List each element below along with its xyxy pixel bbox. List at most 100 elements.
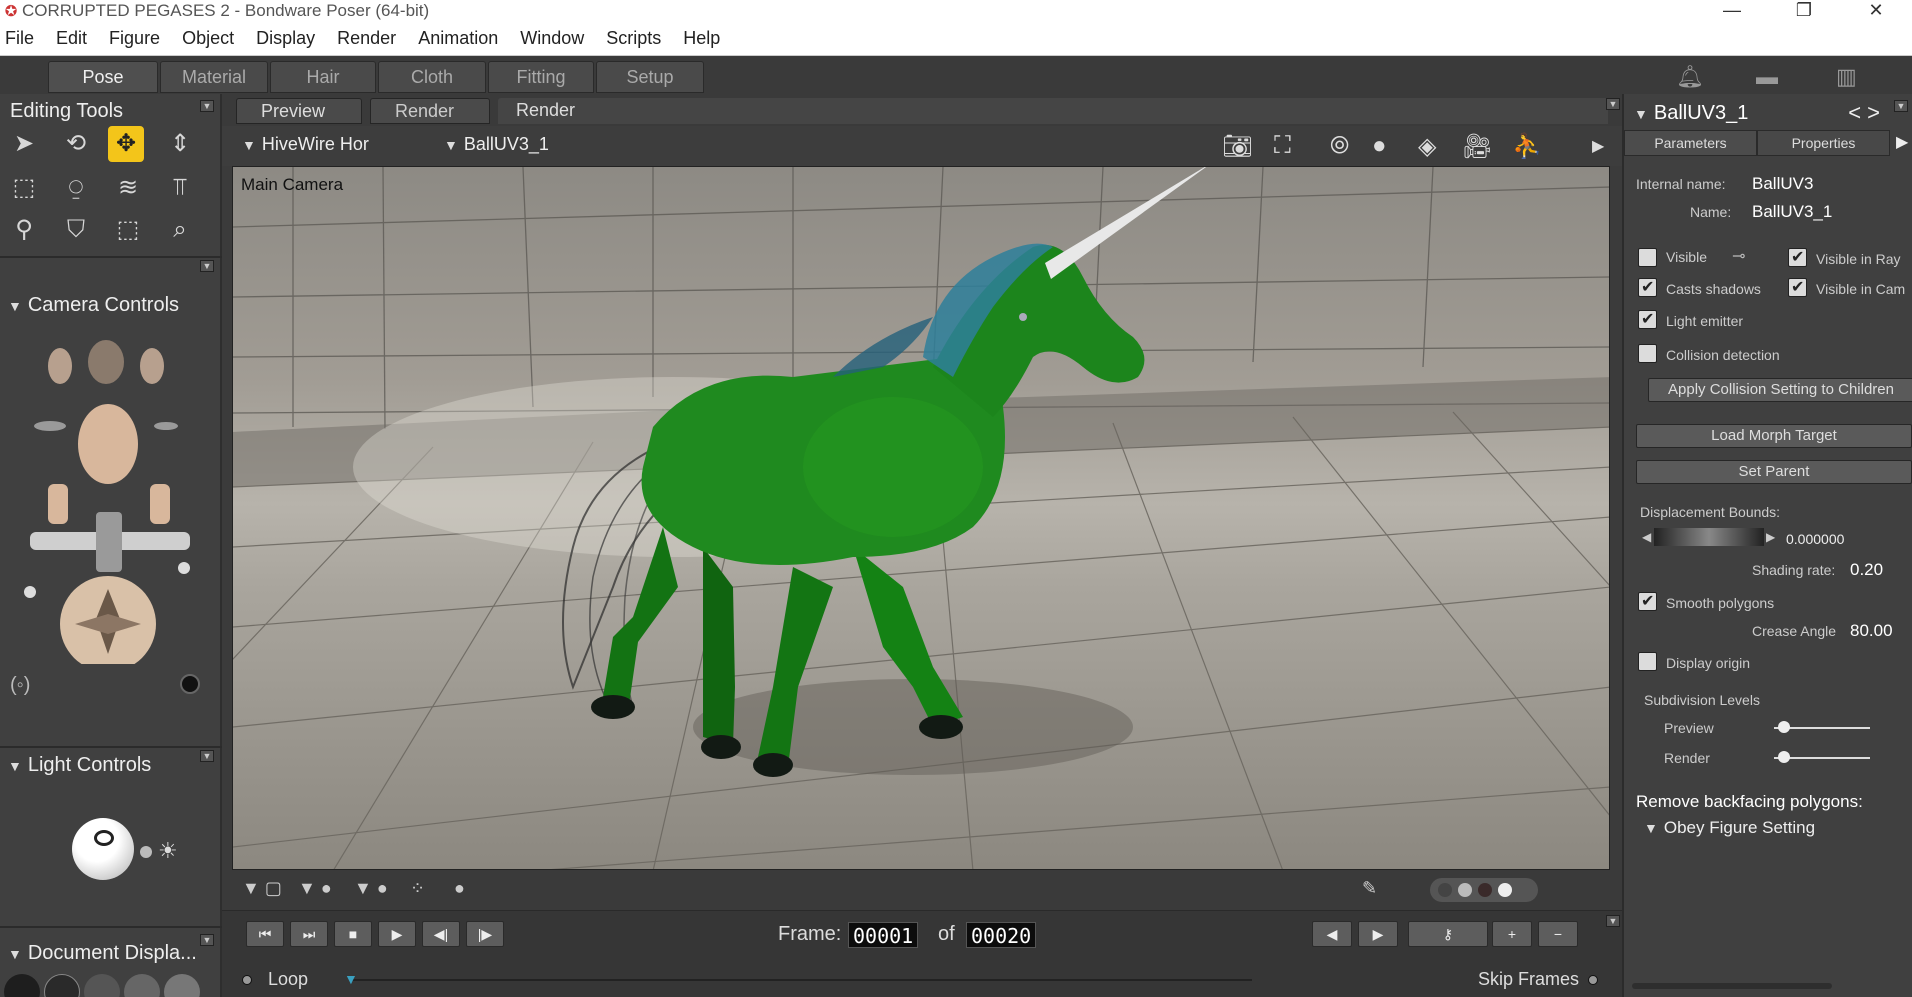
menu-scripts[interactable]: Scripts [595,28,672,49]
properties-title[interactable]: ▼ BallUV3_1 [1634,102,1748,125]
skip-frames-radio[interactable] [1588,975,1598,985]
select-tool-icon[interactable]: ➤ [6,126,42,162]
move-tool-icon[interactable]: ⇕ [162,126,198,162]
sun-icon[interactable]: ☀ [158,838,178,864]
preview-level-knob[interactable] [1778,721,1790,733]
panel-menu-icon[interactable]: ▼ [200,260,214,272]
chevron-right-icon[interactable]: ▶ [1592,136,1604,156]
dial-left-icon[interactable]: ◀ [1642,530,1651,544]
panel-menu-icon[interactable]: ▼ [200,934,214,946]
snapshot-icon[interactable]: ⛶ [1274,132,1291,160]
visible-in-ray-checkbox[interactable] [1788,247,1807,267]
collision-detection-checkbox[interactable] [1638,344,1657,363]
current-frame-field[interactable]: 00001 [848,922,919,948]
menu-object[interactable]: Object [171,28,245,49]
ground-icon[interactable]: ● [454,878,465,899]
remove-keyframe-button[interactable]: − [1538,921,1578,947]
taper-tool-icon[interactable]: ≋ [110,170,146,206]
panel-menu-icon[interactable]: ▼ [1606,98,1620,110]
step-back-button[interactable]: ◀| [422,921,460,947]
3d-viewport[interactable]: Main Camera [232,166,1610,870]
particles-icon[interactable]: ⁘ [410,878,425,899]
camera-dot-icon[interactable] [180,674,200,694]
tab-scroll-right-icon[interactable]: ▶ [1890,130,1908,156]
swatch-brown-icon[interactable] [1478,883,1492,897]
figure-select[interactable]: ▼ HiveWire Hor [242,134,369,155]
step-forward-button[interactable]: |▶ [466,921,504,947]
displacement-value[interactable]: 0.000000 [1786,531,1844,547]
next-keyframe-button[interactable]: ▶ [1358,921,1398,947]
tab-render[interactable]: Render [370,98,490,124]
display-style-hidden-icon[interactable] [124,974,160,997]
swatch-gray-icon[interactable] [1458,883,1472,897]
load-morph-target-button[interactable]: Load Morph Target [1636,424,1912,448]
swatch-dark-icon[interactable] [1438,883,1452,897]
zoom-tool-icon[interactable]: ⌕ [162,212,198,248]
go-to-start-button[interactable]: ⏮ [246,921,284,947]
menu-render[interactable]: Render [326,28,407,49]
shadow-menu-icon[interactable]: ▼ ● [354,878,388,899]
set-parent-button[interactable]: Set Parent [1636,460,1912,484]
play-button[interactable]: ▶ [378,921,416,947]
visible-in-cam-checkbox[interactable] [1788,277,1807,297]
sphere-icon[interactable]: ● [1372,132,1387,160]
display-origin-checkbox[interactable] [1638,652,1657,671]
panel-menu-icon[interactable]: ▼ [200,100,214,112]
rotate-tool-icon[interactable]: ⟲ [58,126,94,162]
tracking-menu-icon[interactable]: ▼ ▢ [242,878,282,899]
display-style-silhouette-icon[interactable] [4,974,40,997]
loop-radio[interactable] [242,975,252,985]
paint-tool-icon[interactable]: ⛉ [58,212,94,248]
keyframes-button[interactable]: ⚷ [1408,921,1488,947]
translate-tool-icon[interactable]: ✥ [108,126,144,162]
color-tool-icon[interactable]: ⚲ [6,212,42,248]
display-style-outline-icon[interactable] [44,974,80,997]
light-sphere-icon[interactable] [72,818,134,880]
movie-camera-icon[interactable]: 🎥︎ [1462,132,1492,161]
restore-button[interactable]: ❐ [1768,0,1840,22]
library-icon[interactable]: ▥ [1836,64,1857,90]
smooth-polygons-checkbox[interactable] [1638,591,1657,611]
light-dot-icon[interactable] [140,846,152,858]
add-keyframe-button[interactable]: + [1492,921,1532,947]
swatch-white-icon[interactable] [1498,883,1512,897]
menu-file[interactable]: File [0,28,45,49]
light-icon[interactable]: ◈ [1418,132,1436,161]
render-level-knob[interactable] [1778,751,1790,763]
panel-menu-icon[interactable]: ▼ [1894,100,1908,112]
menu-help[interactable]: Help [672,28,731,49]
tab-hair[interactable]: Hair [270,61,376,93]
menu-figure[interactable]: Figure [98,28,171,49]
tab-material[interactable]: Material [160,61,268,93]
twist-tool-icon[interactable]: ⍜ [58,170,94,206]
stop-button[interactable]: ■ [334,921,372,947]
chat-icon[interactable]: ▬ [1756,64,1778,90]
face-camera-icon[interactable]: ⦾ [1330,132,1349,160]
menu-display[interactable]: Display [245,28,326,49]
shading-rate-field[interactable]: 0.20 [1850,560,1883,580]
tab-parameters[interactable]: Parameters [1624,130,1757,156]
crease-angle-field[interactable]: 80.00 [1850,621,1893,641]
actor-select[interactable]: ▼ BallUV3_1 [444,134,549,155]
panel-menu-icon[interactable]: ▼ [200,750,214,762]
total-frames-field[interactable]: 00020 [966,922,1037,948]
grouping-tool-icon[interactable]: ⬚ [110,212,146,248]
tab-setup[interactable]: Setup [596,61,704,93]
document-display-title[interactable]: ▼ Document Displa... [8,942,197,965]
close-button[interactable]: ✕ [1840,0,1912,22]
apply-collision-button[interactable]: Apply Collision Setting to Children [1648,378,1912,402]
chain-break-icon[interactable]: ⫪ [162,170,198,206]
timeline-scrubber-icon[interactable]: ▼ [344,971,358,987]
tab-preview[interactable]: Preview [236,98,362,124]
camera-lens-icon[interactable]: (◦) [10,674,30,697]
dial-right-icon[interactable]: ▶ [1766,530,1775,544]
tab-render-active[interactable]: Render [498,98,1608,124]
name-field[interactable]: BallUV3_1 [1752,202,1832,222]
menu-edit[interactable]: Edit [45,28,98,49]
bell-icon[interactable]: 🔔︎ [1676,64,1704,90]
panel-scrollbar[interactable] [1632,983,1832,989]
menu-animation[interactable]: Animation [407,28,509,49]
light-emitter-checkbox[interactable] [1638,309,1657,329]
tab-fitting[interactable]: Fitting [488,61,594,93]
people-icon[interactable]: ⛹ [1512,132,1542,161]
